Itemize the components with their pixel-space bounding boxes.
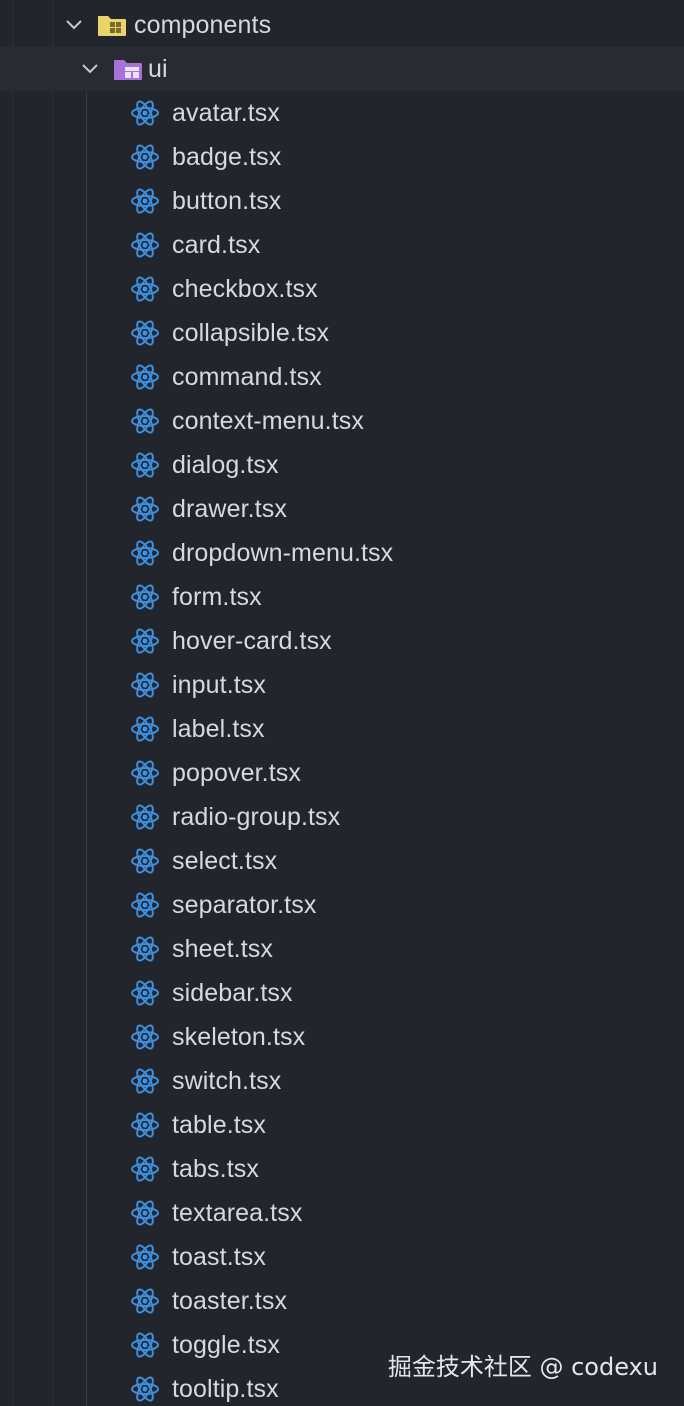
tree-file-label: dialog.tsx <box>172 451 279 479</box>
tree-file-item[interactable]: card.tsx <box>0 223 684 267</box>
tree-file-item[interactable]: separator.tsx <box>0 883 684 927</box>
tree-file-label: dropdown-menu.tsx <box>172 539 394 567</box>
react-icon <box>130 230 160 260</box>
react-icon <box>130 450 160 480</box>
tree-file-label: command.tsx <box>172 363 322 391</box>
react-icon <box>130 582 160 612</box>
tree-file-item[interactable]: textarea.tsx <box>0 1191 684 1235</box>
tree-folder-label: components <box>134 11 272 39</box>
tree-file-item[interactable]: collapsible.tsx <box>0 311 684 355</box>
react-icon <box>130 1022 160 1052</box>
tree-file-item[interactable]: drawer.tsx <box>0 487 684 531</box>
react-icon <box>130 1242 160 1272</box>
react-icon <box>130 1198 160 1228</box>
tree-folder-components[interactable]: components <box>0 3 684 47</box>
react-icon <box>130 890 160 920</box>
tree-file-item[interactable]: badge.tsx <box>0 135 684 179</box>
tree-file-label: tabs.tsx <box>172 1155 259 1183</box>
react-icon <box>130 406 160 436</box>
tree-file-label: tooltip.tsx <box>172 1375 279 1403</box>
tree-file-item[interactable]: sidebar.tsx <box>0 971 684 1015</box>
tree-file-label: avatar.tsx <box>172 99 280 127</box>
react-icon <box>130 1330 160 1360</box>
react-icon <box>130 846 160 876</box>
react-icon <box>130 362 160 392</box>
tree-file-item[interactable]: form.tsx <box>0 575 684 619</box>
react-icon <box>130 98 160 128</box>
tree-file-item[interactable]: hover-card.tsx <box>0 619 684 663</box>
tree-file-item[interactable]: button.tsx <box>0 179 684 223</box>
tree-file-label: toaster.tsx <box>172 1287 288 1315</box>
tree-file-item[interactable]: switch.tsx <box>0 1059 684 1103</box>
react-icon <box>130 186 160 216</box>
tree-file-label: drawer.tsx <box>172 495 287 523</box>
tree-folder-ui[interactable]: ui <box>0 47 684 91</box>
tree-file-label: select.tsx <box>172 847 278 875</box>
tree-file-label: radio-group.tsx <box>172 803 341 831</box>
tree-file-item[interactable]: label.tsx <box>0 707 684 751</box>
chevron-down-icon[interactable] <box>78 57 102 81</box>
react-icon <box>130 934 160 964</box>
react-icon <box>130 1066 160 1096</box>
tree-file-label: toggle.tsx <box>172 1331 281 1359</box>
react-icon <box>130 802 160 832</box>
react-icon <box>130 714 160 744</box>
tree-file-label: collapsible.tsx <box>172 319 330 347</box>
tree-file-item[interactable]: skeleton.tsx <box>0 1015 684 1059</box>
react-icon <box>130 274 160 304</box>
tree-file-item[interactable]: dialog.tsx <box>0 443 684 487</box>
tree-file-label: form.tsx <box>172 583 262 611</box>
tree-file-item[interactable]: toaster.tsx <box>0 1279 684 1323</box>
tree-file-label: separator.tsx <box>172 891 317 919</box>
tree-file-label: hover-card.tsx <box>172 627 332 655</box>
tree-file-label: table.tsx <box>172 1111 267 1139</box>
file-explorer: components ui avatar.tsx badge.tsx button.… <box>0 0 684 1406</box>
tree-file-item[interactable]: popover.tsx <box>0 751 684 795</box>
tree-file-label: sheet.tsx <box>172 935 273 963</box>
react-icon <box>130 142 160 172</box>
react-icon <box>130 978 160 1008</box>
react-icon <box>130 1110 160 1140</box>
tree-file-label: skeleton.tsx <box>172 1023 306 1051</box>
tree-file-label: textarea.tsx <box>172 1199 303 1227</box>
tree-file-item[interactable]: select.tsx <box>0 839 684 883</box>
tree-file-label: label.tsx <box>172 715 265 743</box>
react-icon <box>130 758 160 788</box>
chevron-down-icon[interactable] <box>62 13 86 37</box>
tree-file-item[interactable]: dropdown-menu.tsx <box>0 531 684 575</box>
react-icon <box>130 626 160 656</box>
tree-file-label: checkbox.tsx <box>172 275 318 303</box>
tree-file-label: sidebar.tsx <box>172 979 293 1007</box>
folder-ui-icon <box>112 56 144 82</box>
tree-file-label: button.tsx <box>172 187 282 215</box>
tree-file-item[interactable]: context-menu.tsx <box>0 399 684 443</box>
react-icon <box>130 1286 160 1316</box>
tree-file-item[interactable]: checkbox.tsx <box>0 267 684 311</box>
tree-file-label: context-menu.tsx <box>172 407 364 435</box>
tree-file-item[interactable]: command.tsx <box>0 355 684 399</box>
watermark: 掘金技术社区 @ codexu <box>387 1353 658 1381</box>
tree-file-label: card.tsx <box>172 231 261 259</box>
tree-file-item[interactable]: radio-group.tsx <box>0 795 684 839</box>
react-icon <box>130 318 160 348</box>
tree-folder-label: ui <box>148 55 168 83</box>
react-icon <box>130 538 160 568</box>
tree-file-label: switch.tsx <box>172 1067 282 1095</box>
react-icon <box>130 494 160 524</box>
tree-file-item[interactable]: toast.tsx <box>0 1235 684 1279</box>
tree-file-label: popover.tsx <box>172 759 301 787</box>
tree-file-item[interactable]: avatar.tsx <box>0 91 684 135</box>
folder-components-icon <box>96 12 128 38</box>
tree-file-item[interactable]: table.tsx <box>0 1103 684 1147</box>
tree-file-label: badge.tsx <box>172 143 282 171</box>
react-icon <box>130 1154 160 1184</box>
tree-file-label: input.tsx <box>172 671 267 699</box>
tree-file-item[interactable]: input.tsx <box>0 663 684 707</box>
tree-file-item[interactable]: tabs.tsx <box>0 1147 684 1191</box>
tree-file-label: toast.tsx <box>172 1243 266 1271</box>
react-icon <box>130 1374 160 1404</box>
tree-file-item[interactable]: sheet.tsx <box>0 927 684 971</box>
react-icon <box>130 670 160 700</box>
